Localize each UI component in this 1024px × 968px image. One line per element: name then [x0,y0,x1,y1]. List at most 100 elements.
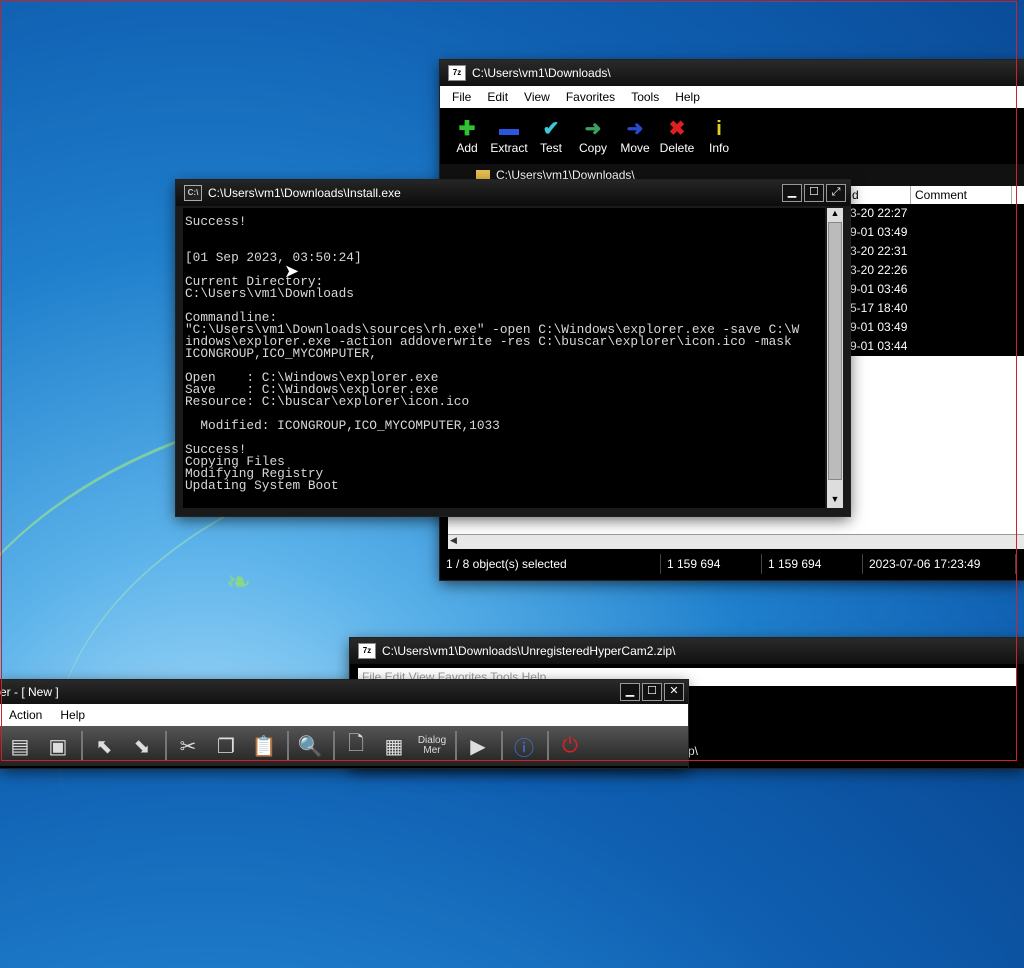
copy-icon: ➜ [584,118,602,140]
sevenzip-toolbar: ✚ Add ▬ Extract ✔ Test ➜ Copy ➜ Move ✖ Delete … [440,108,1024,164]
list-item[interactable]: 9-01 03:44 [848,337,1024,356]
resource-editor-titlebar[interactable]: er - [ New ] ▁ ☐ ✕ [0,680,688,704]
list-item[interactable]: 3-20 22:27 [848,204,1024,223]
dialog-merger-button[interactable]: Dialog Mer [414,730,450,762]
vertical-scrollbar[interactable]: ▲ ▼ [827,208,843,508]
list-item[interactable]: 5-17 18:40 [848,299,1024,318]
toolbar-separator [333,731,335,761]
export-icon[interactable]: ⬊ [124,730,160,762]
cut-icon[interactable]: ✂ [170,730,206,762]
console-window[interactable]: C:\ C:\Users\vm1\Downloads\Install.exe ▁… [176,180,850,516]
menu-edit[interactable]: Edit [479,90,516,104]
copy-button[interactable]: ➜ Copy [572,108,614,164]
move-label: Move [620,141,650,155]
paste-icon[interactable]: 📋 [246,730,282,762]
toolbar-separator [455,731,457,761]
add-image-resource-icon[interactable]: ▦ [376,730,412,762]
resource-editor-title: er - [ New ] [0,685,59,699]
toolbar-separator [165,731,167,761]
status-modified: 2023-07-06 17:23:49 [863,554,1016,574]
list-header: d Comment [848,186,1024,205]
sevenzip-titlebar[interactable]: 7z C:\Users\vm1\Downloads\ [440,60,1024,86]
info-label: Info [708,141,729,155]
copy-icon[interactable]: ❐ [208,730,244,762]
menu-help[interactable]: Help [667,90,708,104]
menu-file[interactable]: File [444,90,479,104]
close-button[interactable]: ✕ [664,683,684,701]
dialog-merger-label: Dialog Mer [417,735,447,756]
console-app-icon: C:\ [184,185,202,201]
menu-action[interactable]: Action [0,708,51,722]
toolbar-separator [501,731,503,761]
search-icon[interactable]: 🔍 [292,730,328,762]
extract-label: Extract [490,141,528,155]
list-item[interactable]: 9-01 03:46 [848,280,1024,299]
toolbar-separator [287,731,289,761]
resource-editor-menubar: Action Help [0,704,688,726]
sevenzip-archive-address: p\ [688,744,699,758]
maximize-button[interactable]: ☐ [804,184,824,202]
menu-view[interactable]: View [516,90,558,104]
move-button[interactable]: ➜ Move [614,108,656,164]
resource-editor-toolbar: ▤ ▣ ⬉ ⬊ ✂ ❐ 📋 🔍 🗋 ▦ Dialog Mer ▶ ⓘ ⏻ [0,726,688,766]
play-icon[interactable]: ▶ [460,730,496,762]
maximize-button[interactable]: ☐ [642,683,662,701]
power-icon[interactable]: ⏻ [552,730,588,762]
sevenzip-statusbar: 1 / 8 object(s) selected 1 159 694 1 159… [440,552,1024,576]
console-title: C:\Users\vm1\Downloads\Install.exe [208,186,401,200]
list-item[interactable]: 9-01 03:49 [848,318,1024,337]
scroll-up-icon[interactable]: ▲ [827,208,843,222]
test-label: Test [539,141,562,155]
delete-label: Delete [659,141,695,155]
extract-button[interactable]: ▬ Extract [488,108,530,164]
add-button[interactable]: ✚ Add [446,108,488,164]
menu-help[interactable]: Help [51,708,94,722]
move-icon: ➜ [626,118,644,140]
scroll-left-icon[interactable]: ◀ [450,535,457,546]
add-resource-icon[interactable]: 🗋 [338,730,374,762]
list-item[interactable]: 9-01 03:49 [848,223,1024,242]
toolbar-separator [81,731,83,761]
status-packed: 1 159 694 [762,554,863,574]
test-icon: ✔ [542,118,560,140]
test-button[interactable]: ✔ Test [530,108,572,164]
extract-icon: ▬ [499,118,519,140]
resource-editor-window[interactable]: er - [ New ] ▁ ☐ ✕ Action Help ▤ ▣ ⬉ ⬊ ✂… [0,680,688,768]
window-controls: ▁ ☐ ✕ [620,683,688,701]
console-output[interactable]: Success! [01 Sep 2023, 03:50:24] Current… [183,208,825,508]
sevenzip-menubar: File Edit View Favorites Tools Help [440,86,1024,108]
list-item[interactable]: 3-20 22:26 [848,261,1024,280]
close-button[interactable]: ⤢ [826,184,846,202]
add-icon: ✚ [458,118,476,140]
horizontal-scrollbar[interactable]: ◀ [448,534,1024,549]
minimize-button[interactable]: ▁ [782,184,802,202]
delete-icon: ✖ [668,118,686,140]
status-size: 1 159 694 [661,554,762,574]
save-as-icon[interactable]: ▣ [40,730,76,762]
save-icon[interactable]: ▤ [2,730,38,762]
folder-icon [476,169,490,181]
menu-favorites[interactable]: Favorites [558,90,623,104]
scroll-down-icon[interactable]: ▼ [827,494,843,508]
list-item[interactable]: 3-20 22:31 [848,242,1024,261]
sevenzip-app-icon: 7z [448,65,466,81]
import-icon[interactable]: ⬉ [86,730,122,762]
menu-tools[interactable]: Tools [623,90,667,104]
column-header-comment[interactable]: Comment [911,186,1012,204]
info-button[interactable]: i Info [698,108,740,164]
column-header-modified[interactable]: d [848,186,911,204]
minimize-button[interactable]: ▁ [620,683,640,701]
wallpaper-leaf-icon: ❧ [226,566,252,599]
sevenzip-title: C:\Users\vm1\Downloads\ [472,66,611,80]
delete-button[interactable]: ✖ Delete [656,108,698,164]
copy-label: Copy [578,141,607,155]
status-selection: 1 / 8 object(s) selected [440,554,661,574]
file-list: 3-20 22:27 9-01 03:49 3-20 22:31 3-20 22… [848,204,1024,356]
info-icon[interactable]: ⓘ [506,730,542,762]
sevenzip-app-icon: 7z [358,643,376,659]
scroll-thumb[interactable] [828,222,842,480]
toolbar-separator [547,731,549,761]
sevenzip-archive-titlebar[interactable]: 7z C:\Users\vm1\Downloads\UnregisteredHy… [350,638,1024,664]
console-titlebar[interactable]: C:\ C:\Users\vm1\Downloads\Install.exe ▁… [176,180,850,206]
window-controls: ▁ ☐ ⤢ [782,184,850,202]
